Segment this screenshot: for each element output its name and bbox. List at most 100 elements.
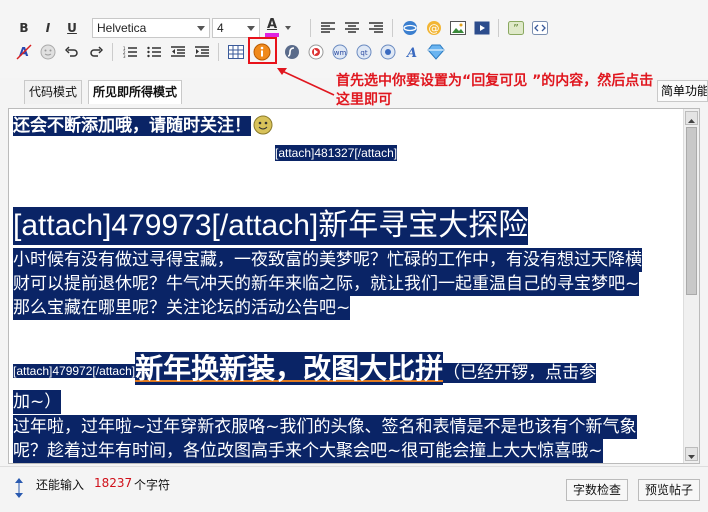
char-unit-label: 个字符 bbox=[134, 478, 171, 492]
svg-text:”: ” bbox=[513, 22, 519, 35]
media-button[interactable] bbox=[472, 18, 492, 38]
chevron-down-icon bbox=[247, 26, 255, 31]
quicktime-icon: qt bbox=[356, 44, 372, 60]
remaining-count: 18237 bbox=[94, 476, 133, 490]
align-center-icon bbox=[345, 22, 359, 33]
svg-text:qt: qt bbox=[360, 49, 367, 57]
smiley-button[interactable] bbox=[38, 42, 58, 62]
heading-treasure-hunt: [attach]479973[/attach]新年寻宝大探险 bbox=[13, 207, 529, 245]
audio-icon bbox=[380, 44, 396, 60]
text-color-dropdown[interactable] bbox=[282, 18, 294, 38]
remaining-label: 还能输入 bbox=[36, 478, 85, 492]
image-icon bbox=[450, 21, 466, 35]
email-button[interactable]: @ bbox=[424, 18, 444, 38]
windows-media-button[interactable]: wm bbox=[330, 42, 350, 62]
paragraph-line: 呢？趁着过年有时间，各位改图高手来个大聚会吧~很可能会撞上大大惊喜哦~ bbox=[13, 439, 603, 463]
divider bbox=[392, 19, 393, 37]
outdent-button[interactable] bbox=[168, 42, 188, 62]
undo-button[interactable] bbox=[62, 42, 82, 62]
resize-icon[interactable] bbox=[14, 477, 34, 503]
table-button[interactable] bbox=[226, 42, 246, 62]
divider bbox=[218, 43, 219, 61]
magic-button[interactable] bbox=[426, 42, 446, 62]
code-icon bbox=[532, 21, 548, 35]
bold-button[interactable]: B bbox=[14, 18, 34, 38]
wmp-icon: wm bbox=[332, 44, 348, 60]
annotation-note: 首先选中你要设置为“回复可见 ”的内容，然后点击这里即可 bbox=[336, 73, 654, 108]
align-right-icon bbox=[369, 22, 383, 33]
remove-format-icon: A bbox=[16, 44, 32, 60]
link-icon bbox=[403, 21, 417, 35]
ordered-list-icon: 123 bbox=[123, 46, 137, 58]
tab-wysiwyg-mode[interactable]: 所见即所得模式 bbox=[88, 80, 183, 104]
scroll-down-button[interactable] bbox=[685, 447, 698, 461]
divider bbox=[498, 19, 499, 37]
table-icon bbox=[228, 45, 244, 59]
image-button[interactable] bbox=[448, 18, 468, 38]
heading-redesign-contest: 新年换新装，改图大比拼 bbox=[135, 352, 444, 385]
paragraph-line: 过年啦，过年啦~过年穿新衣服咯~我们的头像、签名和表情是不是也该有个新气象 bbox=[13, 415, 637, 439]
quote-icon: ” bbox=[508, 21, 524, 35]
svg-text:3: 3 bbox=[123, 54, 126, 58]
quote-button[interactable]: ” bbox=[506, 18, 526, 38]
unordered-list-icon bbox=[147, 46, 161, 58]
editor-scrollbar[interactable] bbox=[683, 109, 699, 463]
divider bbox=[112, 43, 113, 61]
word-count-button[interactable]: 字数检查 bbox=[566, 479, 628, 501]
scroll-up-button[interactable] bbox=[685, 111, 698, 125]
smiley-emoji-icon bbox=[253, 115, 273, 135]
email-icon: @ bbox=[427, 21, 441, 35]
svg-text:@: @ bbox=[429, 22, 440, 35]
link-button[interactable] bbox=[400, 18, 420, 38]
quicktime-button[interactable]: qt bbox=[354, 42, 374, 62]
attach-tag: [attach]479972[/attach] bbox=[13, 364, 136, 378]
svg-text:A: A bbox=[405, 46, 417, 60]
scroll-thumb[interactable] bbox=[686, 127, 697, 295]
flash-icon bbox=[285, 45, 299, 59]
chevron-down-icon bbox=[285, 26, 291, 30]
indent-icon bbox=[195, 46, 209, 57]
font-size-select[interactable]: 4 bbox=[212, 18, 260, 38]
smiley-icon bbox=[40, 44, 56, 60]
align-left-button[interactable] bbox=[318, 18, 338, 38]
text-color-letter: A bbox=[266, 17, 278, 32]
indent-button[interactable] bbox=[192, 42, 212, 62]
editor-line: 还会不断添加哦，请随时关注！ bbox=[13, 115, 273, 137]
chevron-down-icon bbox=[688, 455, 695, 459]
tab-code-mode[interactable]: 代码模式 bbox=[24, 80, 83, 104]
code-button[interactable] bbox=[530, 18, 550, 38]
align-right-button[interactable] bbox=[366, 18, 386, 38]
chevron-up-icon bbox=[688, 119, 695, 123]
paragraph-line: 那么宝藏在哪里呢？关注论坛的活动公告吧~ bbox=[13, 296, 351, 320]
toolbar: B I U Helvetica 4 A @ ” 1 2 3 wm qt A bbox=[0, 0, 708, 78]
flash-button[interactable] bbox=[282, 42, 302, 62]
ordered-list-button[interactable]: 123 bbox=[120, 42, 140, 62]
simple-function-link[interactable]: 简单功能 bbox=[657, 80, 708, 102]
font-style-button[interactable]: A bbox=[402, 42, 422, 62]
chevron-down-icon bbox=[197, 26, 205, 31]
svg-text:wm: wm bbox=[334, 49, 347, 57]
editor-area[interactable]: 还会不断添加哦，请随时关注！ [attach]481327[/attach] [… bbox=[8, 108, 700, 464]
unordered-list-button[interactable] bbox=[144, 42, 164, 62]
real-player-button[interactable] bbox=[306, 42, 326, 62]
underline-button[interactable]: U bbox=[62, 18, 82, 38]
redo-icon bbox=[90, 46, 103, 57]
font-family-value: Helvetica bbox=[97, 21, 147, 35]
audio-button[interactable] bbox=[378, 42, 398, 62]
remove-format-button[interactable]: A bbox=[14, 42, 34, 62]
font-family-select[interactable]: Helvetica bbox=[92, 18, 210, 38]
paragraph-line: 财可以提前退休呢？牛气冲天的新年来临之际，就让我们一起重温自己的寻宝梦吧~ bbox=[13, 272, 640, 296]
redo-button[interactable] bbox=[86, 42, 106, 62]
undo-icon bbox=[65, 46, 78, 57]
italic-button[interactable]: I bbox=[38, 18, 58, 38]
paragraph-line: 加~） bbox=[13, 390, 62, 414]
realplayer-icon bbox=[308, 44, 324, 60]
annotation-arrow bbox=[277, 68, 335, 96]
align-center-button[interactable] bbox=[342, 18, 362, 38]
outdent-icon bbox=[171, 46, 185, 57]
diamond-icon bbox=[427, 44, 445, 60]
editor-window: B I U Helvetica 4 A @ ” 1 2 3 wm qt A 代码… bbox=[0, 0, 708, 512]
text-color-button[interactable]: A bbox=[262, 15, 282, 39]
preview-post-button[interactable]: 预览帖子 bbox=[638, 479, 700, 501]
editor-footer: 还能输入 18237 个字符 字数检查 预览帖子 bbox=[0, 466, 708, 512]
